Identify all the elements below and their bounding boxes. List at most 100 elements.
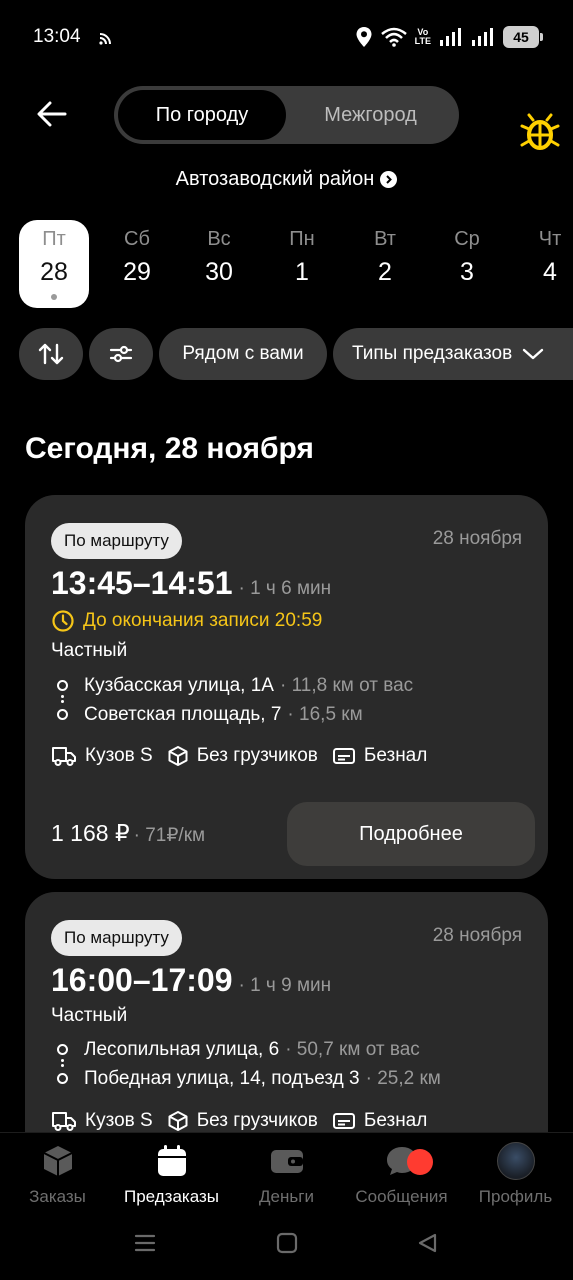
customer-type: Частный	[51, 1005, 128, 1026]
back-button[interactable]	[30, 92, 74, 136]
nav-orders[interactable]: Заказы	[0, 1141, 115, 1207]
day-has-orders-dot	[51, 294, 57, 300]
section-title: Сегодня, 28 ноября	[25, 432, 314, 465]
nav-profile[interactable]: Профиль	[458, 1141, 573, 1207]
day-of-week: Пн	[289, 228, 315, 250]
day-number: 30	[205, 258, 233, 286]
sliders-icon	[109, 345, 133, 363]
nav-label: Профиль	[478, 1187, 553, 1206]
order-card[interactable]: По маршруту 28 ноября 13:45–14:51 · 1 ч 6…	[25, 495, 548, 879]
truck-icon	[52, 1112, 76, 1131]
box-icon	[168, 746, 188, 766]
order-time-range: 13:45–14:51 · 1 ч 6 мин	[51, 565, 331, 602]
to-address: Советская площадь, 7	[84, 703, 282, 725]
clock-icon	[52, 610, 74, 632]
to-address: Победная улица, 14, подъезд 3	[84, 1067, 360, 1089]
day-fri-28[interactable]: Пт 28	[19, 220, 89, 308]
price-per-km: · 71₽/км	[133, 825, 206, 846]
volte-bottom: LTE	[414, 36, 431, 46]
orders-cube-icon	[0, 1141, 115, 1181]
day-number: 2	[378, 258, 392, 286]
filters-button[interactable]	[89, 328, 153, 380]
nav-messages[interactable]: Сообщения	[344, 1141, 459, 1207]
order-duration: · 1 ч 6 мин	[238, 578, 332, 599]
nearby-filter-chip[interactable]: Рядом с вами	[159, 328, 327, 380]
district-selector[interactable]: Автозаводский район	[0, 168, 573, 191]
nearby-label: Рядом с вами	[182, 343, 304, 364]
from-address: Лесопильная улица, 6	[84, 1038, 280, 1060]
nav-label: Заказы	[29, 1187, 86, 1206]
route-point-icon	[57, 709, 68, 720]
tab-city[interactable]: По городу	[118, 90, 286, 140]
day-mon-1[interactable]: Пн 1	[267, 220, 337, 308]
status-icons: Vo LTE 45	[355, 26, 543, 48]
nav-label: Сообщения	[355, 1187, 448, 1206]
chat-icon	[344, 1141, 459, 1181]
registration-deadline: До окончания записи 20:59	[51, 609, 322, 633]
from-distance: · 11,8 км от вас	[279, 674, 414, 696]
order-time-range: 16:00–17:09 · 1 ч 9 мин	[51, 962, 331, 999]
loaders-info: Без грузчиков	[196, 745, 318, 766]
route-point-icon	[57, 680, 68, 691]
to-distance: · 25,2 км	[365, 1067, 441, 1089]
deadline-text: До окончания записи 20:59	[83, 610, 323, 631]
route-type-badge: По маршруту	[51, 523, 182, 559]
recent-apps-icon[interactable]	[134, 1232, 156, 1254]
card-icon	[332, 1113, 355, 1129]
day-number: 1	[295, 258, 309, 286]
nav-label: Деньги	[259, 1187, 314, 1206]
nav-label: Предзаказы	[123, 1187, 219, 1206]
route-from: Лесопильная улица, 6 · 50,7 км от вас	[51, 1035, 441, 1064]
calendar-icon	[114, 1141, 229, 1181]
bug-report-icon[interactable]	[519, 112, 561, 154]
system-back-icon[interactable]	[416, 1232, 438, 1254]
day-wed-3[interactable]: Ср 3	[432, 220, 502, 308]
day-number: 3	[460, 258, 474, 286]
sort-button[interactable]	[19, 328, 83, 380]
day-tue-2[interactable]: Вт 2	[350, 220, 420, 308]
nav-preorders[interactable]: Предзаказы	[114, 1141, 229, 1207]
day-of-week: Чт	[538, 228, 562, 250]
avatar	[496, 1142, 535, 1180]
signal-2-icon	[472, 28, 493, 46]
tab-intercity[interactable]: Межгород	[286, 90, 455, 140]
order-features: Кузов S Без грузчиков Безнал	[51, 1110, 427, 1132]
day-thu-4[interactable]: Чт 4	[503, 220, 573, 308]
to-distance: · 16,5 км	[287, 703, 363, 725]
volte-indicator: Vo LTE	[415, 28, 431, 46]
signal-1-icon	[440, 28, 461, 46]
order-date: 28 ноября	[432, 925, 522, 946]
feature-loaders: Без грузчиков	[167, 1110, 318, 1132]
time-range-text: 13:45–14:51	[51, 565, 233, 601]
payment-method: Безнал	[363, 745, 428, 766]
customer-type: Частный	[51, 640, 128, 661]
home-icon[interactable]	[276, 1232, 298, 1254]
day-sun-30[interactable]: Вс 30	[184, 220, 254, 308]
day-of-week: Ср	[454, 228, 480, 250]
wallet-icon	[229, 1141, 344, 1181]
route-point-icon	[57, 1073, 68, 1084]
route: Кузбасская улица, 1А · 11,8 км от вас Сов…	[51, 671, 413, 729]
feature-body: Кузов S	[51, 745, 153, 767]
loaders-info: Без грузчиков	[196, 1110, 318, 1131]
arrow-left-icon	[37, 101, 67, 127]
body-size: Кузов S	[85, 1110, 153, 1131]
nav-money[interactable]: Деньги	[229, 1141, 344, 1207]
chevron-down-icon	[523, 348, 544, 360]
details-button[interactable]: Подробнее	[287, 802, 535, 866]
feature-payment: Безнал	[332, 1110, 427, 1132]
notification-badge	[407, 1149, 433, 1175]
route-point-icon	[57, 1044, 68, 1055]
price-total: 1 168 ₽	[51, 820, 130, 846]
time-range-text: 16:00–17:09	[51, 962, 233, 998]
route-type-badge: По маршруту	[51, 920, 182, 956]
day-number: 29	[123, 258, 151, 286]
day-of-week: Вс	[207, 228, 231, 250]
day-sat-29[interactable]: Сб 29	[102, 220, 172, 308]
preorder-types-dropdown[interactable]: Типы предзаказов	[333, 328, 573, 380]
day-of-week: Сб	[124, 228, 150, 250]
order-features: Кузов S Без грузчиков Безнал	[51, 745, 427, 767]
order-duration: · 1 ч 9 мин	[238, 975, 332, 996]
status-time: 13:04	[33, 26, 81, 47]
body-size: Кузов S	[85, 745, 153, 766]
